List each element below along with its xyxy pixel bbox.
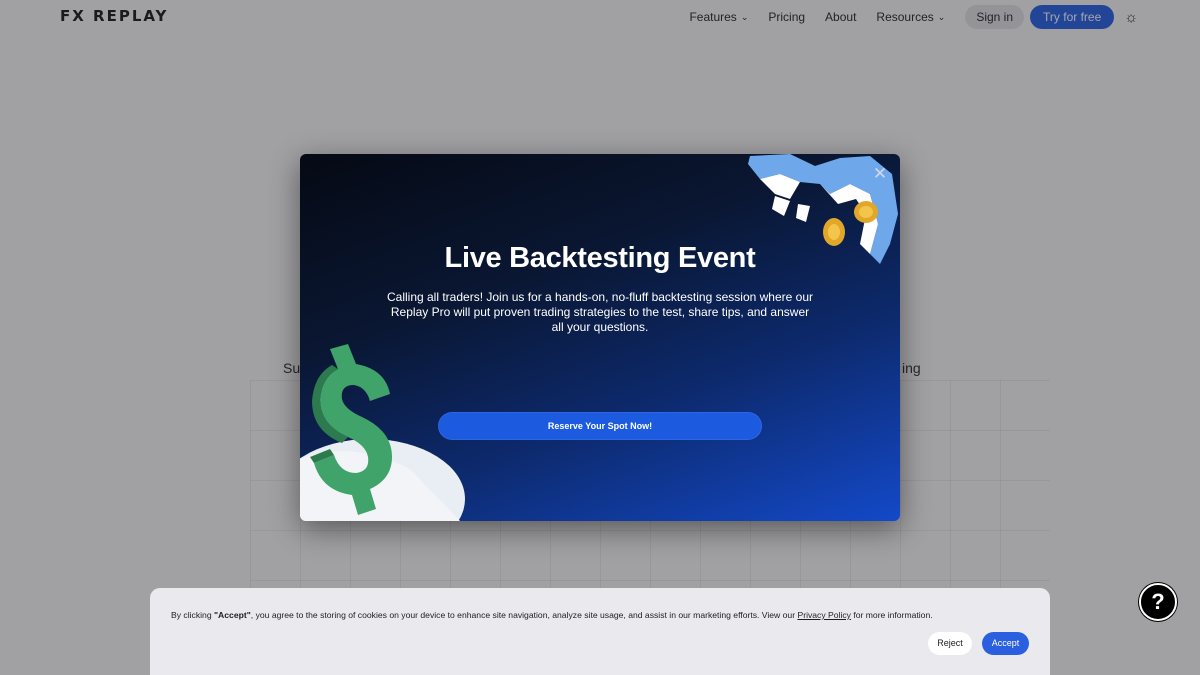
reject-cookies-button[interactable]: Reject [928, 632, 972, 655]
help-button[interactable]: ? [1139, 583, 1177, 621]
close-icon[interactable]: ✕ [872, 165, 888, 182]
cookie-text-prefix: By clicking [171, 610, 214, 620]
cookie-banner: By clicking "Accept", you agree to the s… [150, 588, 1050, 675]
cookie-text-middle: , you agree to the storing of cookies on… [250, 610, 798, 620]
modal-title: Live Backtesting Event [444, 242, 756, 274]
cookie-message: By clicking "Accept", you agree to the s… [171, 610, 933, 620]
modal-description: Calling all traders! Join us for a hands… [386, 290, 813, 334]
event-modal: ✕ Live Backtesting Event Calling all tra… [300, 154, 900, 521]
privacy-policy-link[interactable]: Privacy Policy [797, 610, 850, 620]
reserve-spot-button[interactable]: Reserve Your Spot Now! [438, 412, 762, 440]
cookie-text-suffix: for more information. [850, 610, 933, 620]
cookie-accept-quote: "Accept" [213, 610, 251, 620]
accept-cookies-button[interactable]: Accept [982, 632, 1029, 655]
